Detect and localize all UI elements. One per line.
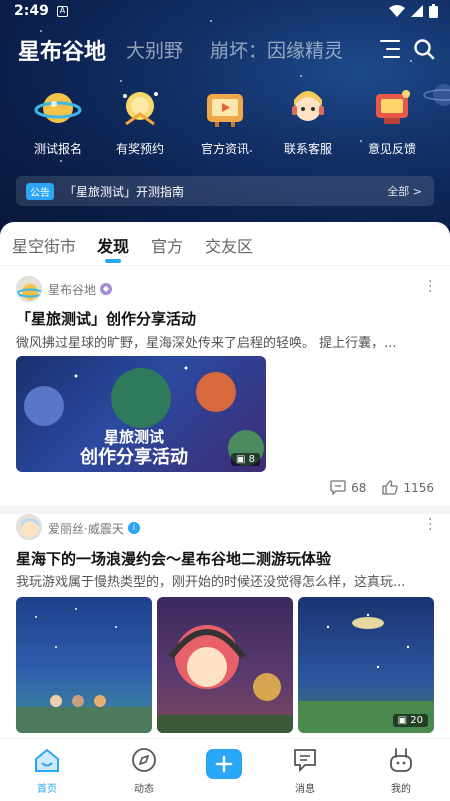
more-options-icon[interactable]: · · · [428,275,432,299]
nav-home[interactable]: 首页 [17,747,77,795]
character-art-icon [157,625,293,733]
nav-messages[interactable]: 消息 [275,747,335,795]
like-count: 1156 [403,480,434,495]
thumbs-up-icon [382,480,399,495]
night-sky-art-icon [16,608,152,733]
image-count: 20 [410,715,423,726]
support-icon [284,84,332,132]
quick-link-reserve[interactable]: 有奖预约 [100,84,180,157]
post-excerpt[interactable]: 微风拂过星球的旷野，星海深处传来了启程的轻唤。 提上行囊，... [16,332,434,351]
nav-profile[interactable]: 我的 [371,747,431,795]
message-icon [294,749,316,773]
top-tab-xingbuguodi[interactable]: 星布谷地 [18,34,106,66]
quick-link-support[interactable]: 联系客服 [268,84,348,157]
more-options-icon[interactable]: · · · [428,513,432,537]
quick-link-label: 有奖预约 [115,142,164,156]
top-navigation: 星布谷地 大别野 崩坏：因缘精灵 [0,36,450,70]
comment-count: 68 [351,480,367,495]
comment-icon [330,480,346,495]
quick-link-label: 测试报名 [33,142,82,156]
avatar[interactable] [16,514,42,540]
post-image[interactable]: ▣ 20 [298,597,434,733]
news-tv-icon [201,84,249,132]
quick-links: 测试报名 有奖预约 官方资讯 联系客服 意见反馈 [0,84,450,164]
quick-link-label: 联系客服 [283,142,332,156]
signal-icon [411,5,423,17]
nav-label: 我的 [391,784,411,795]
feed-panel: 星空街市 发现 官方 交友区 星布谷地 ◆ · · · 「星旅测试」创作分享活动 微… [0,222,450,738]
post-author[interactable]: 爱丽丝·威震天 [48,520,124,537]
nav-label: 动态 [134,784,154,795]
announcement-bar[interactable]: 公告 「星旅测试」开测指南 全部 > [16,176,434,206]
quick-link-news[interactable]: 官方资讯 [185,84,265,157]
compass-icon [132,748,156,772]
top-tab-honkai-yinyuan[interactable]: 崩坏：因缘精灵 [210,36,343,63]
announcement-text: 「星旅测试」开测指南 [64,185,185,199]
post-excerpt[interactable]: 我玩游戏属于慢热类型的，刚开始的时候还没觉得怎么样，这真玩... [16,571,434,590]
official-badge-icon: ◆ [100,283,112,295]
post-title[interactable]: 星海下的一场浪漫约会～星布谷地二测游玩体验 [16,548,331,569]
image-count: 8 [248,454,255,465]
banner-art-icon: 星旅测试 创作分享活动 [24,366,264,468]
planet-signup-icon [34,84,82,132]
avatar[interactable] [16,276,42,302]
post-title[interactable]: 「星旅测试」创作分享活动 [16,308,196,329]
notification-icon: A [57,6,68,17]
post-image[interactable] [16,597,152,733]
comment-button[interactable]: 68 [330,480,366,495]
sub-tabs: 星空街市 发现 官方 交友区 [0,222,450,266]
plus-icon [215,755,233,773]
post-banner-image[interactable]: 星旅测试 创作分享活动 ▣ 8 [16,356,266,472]
post-image[interactable] [157,597,293,733]
tab-xingkong-market[interactable]: 星空街市 [12,233,76,257]
tab-social[interactable]: 交友区 [205,233,253,257]
tab-active-indicator [105,259,121,263]
profile-bunny-icon [390,748,412,772]
quick-link-feedback[interactable]: 意见反馈 [352,84,432,157]
post-stats: 68 1156 [330,480,434,495]
quick-link-signup[interactable]: 测试报名 [18,84,98,157]
feedback-icon [368,84,416,132]
tab-discover[interactable]: 发现 [97,233,129,257]
post-divider [0,506,450,514]
announcement-badge: 公告 [26,183,54,200]
status-bar: 2:49 A [0,0,450,24]
bottom-navigation: 首页 动态 消息 我的 [0,738,450,801]
banner-subtitle: 创作分享活动 [79,446,188,468]
quick-link-label: 意见反馈 [367,142,416,156]
create-post-button[interactable] [206,749,242,779]
home-icon [35,748,59,772]
banner-title: 星旅测试 [104,428,164,446]
post-author[interactable]: 星布谷地 [48,281,96,298]
like-button[interactable]: 1156 [382,480,434,495]
nav-label: 首页 [37,784,57,795]
menu-icon[interactable] [380,40,400,58]
quick-link-label: 官方资讯 [200,142,249,156]
image-count-badge: ▣ 8 [230,453,260,466]
gift-icon [116,84,164,132]
feed-post[interactable]: 星布谷地 ◆ · · · 「星旅测试」创作分享活动 微风拂过星球的旷野，星海深处传来… [0,266,450,506]
image-count-badge: ▣ 20 [392,714,428,727]
status-time: 2:49 [14,3,49,19]
tab-official[interactable]: 官方 [151,233,183,257]
top-tab-dabieye[interactable]: 大别野 [126,36,183,63]
search-icon[interactable] [413,38,435,60]
announcement-all-link[interactable]: 全部 > [387,183,422,199]
battery-icon [429,4,438,18]
verified-badge-icon: i [128,522,140,534]
starfield-art-icon [298,613,434,733]
feed-post[interactable]: 爱丽丝·威震天 i · · · 星海下的一场浪漫约会～星布谷地二测游玩体验 我玩游戏… [0,513,450,738]
nav-dynamics[interactable]: 动态 [114,747,174,795]
nav-label: 消息 [295,784,315,795]
wifi-icon [389,5,405,17]
